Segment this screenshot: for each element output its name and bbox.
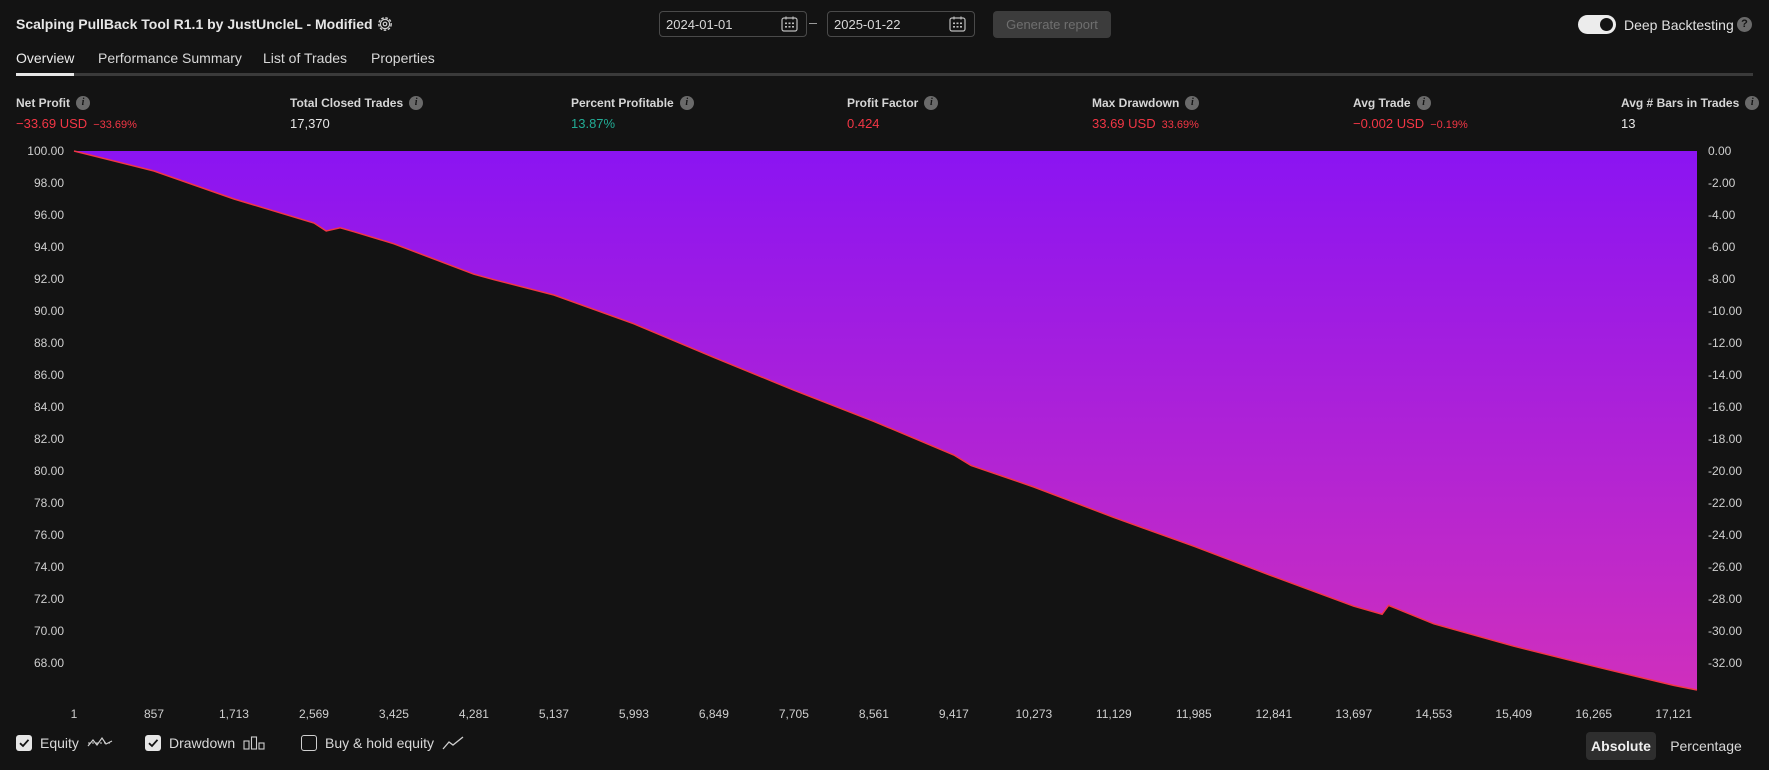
trade-tick-label: 14,553 — [1415, 707, 1453, 721]
absolute-view-button[interactable]: Absolute — [1586, 732, 1656, 760]
drawdown-tick-label: -28.00 — [1708, 591, 1743, 606]
trade-tick-label: 1,713 — [218, 707, 249, 721]
legend-buy-hold-label: Buy & hold equity — [325, 735, 434, 751]
drawdown-tick-label: -22.00 — [1708, 495, 1743, 510]
trade-tick-label: 11,985 — [1175, 707, 1212, 721]
equity-tick-label: 70.00 — [33, 623, 64, 638]
percentage-view-button[interactable]: Percentage — [1664, 732, 1748, 760]
drawdown-tick-label: -4.00 — [1708, 207, 1736, 222]
equity-tick-label: 96.00 — [33, 207, 64, 222]
legend-equity-label: Equity — [40, 735, 79, 751]
trade-tick-label: 4,281 — [458, 707, 489, 721]
trade-tick-label: 8,561 — [858, 707, 889, 721]
trade-tick-label: 13,697 — [1335, 707, 1373, 721]
equity-tick-label: 76.00 — [33, 527, 64, 542]
equity-tick-label: 80.00 — [33, 463, 64, 478]
drawdown-tick-label: -8.00 — [1708, 271, 1736, 286]
legend-equity[interactable]: Equity — [16, 735, 113, 751]
trade-tick-label: 16,265 — [1575, 707, 1613, 721]
drawdown-tick-label: -26.00 — [1708, 559, 1743, 574]
legend-drawdown-label: Drawdown — [169, 735, 236, 751]
drawdown-bars-icon — [243, 736, 265, 750]
drawdown-area — [74, 151, 1697, 690]
equity-tick-label: 88.00 — [33, 335, 64, 350]
equity-tick-label: 78.00 — [33, 495, 64, 510]
drawdown-tick-label: -10.00 — [1708, 303, 1743, 318]
trade-tick-label: 10,273 — [1015, 707, 1053, 721]
trade-tick-label: 1 — [70, 707, 78, 721]
drawdown-tick-label: -6.00 — [1708, 239, 1736, 254]
legend-drawdown[interactable]: Drawdown — [145, 735, 265, 751]
buy-hold-checkbox[interactable] — [301, 735, 317, 751]
equity-tick-label: 100.00 — [27, 144, 64, 158]
trade-tick-label: 3,425 — [378, 707, 409, 721]
equity-tick-label: 72.00 — [33, 591, 64, 606]
equity-line-icon — [87, 736, 113, 747]
equity-tick-label: 90.00 — [33, 303, 64, 318]
equity-tick-label: 84.00 — [33, 399, 64, 414]
trade-tick-label: 9,417 — [938, 707, 969, 721]
trade-tick-label: 17,121 — [1655, 707, 1693, 721]
buy-hold-line-icon — [442, 736, 464, 750]
trade-tick-label: 6,849 — [698, 707, 729, 721]
drawdown-tick-label: -18.00 — [1708, 431, 1743, 446]
drawdown-tick-label: -16.00 — [1708, 399, 1743, 414]
trade-tick-label: 15,409 — [1495, 707, 1533, 721]
equity-tick-label: 92.00 — [33, 271, 64, 286]
drawdown-tick-label: -14.00 — [1708, 367, 1743, 382]
trade-tick-label: 857 — [143, 707, 164, 721]
trade-tick-label: 7,705 — [778, 707, 809, 721]
drawdown-checkbox[interactable] — [145, 735, 161, 751]
trade-tick-label: 12,841 — [1255, 707, 1293, 721]
equity-tick-label: 82.00 — [33, 431, 64, 446]
equity-tick-label: 68.00 — [33, 655, 64, 670]
drawdown-tick-label: -20.00 — [1708, 463, 1743, 478]
trade-tick-label: 2,569 — [298, 707, 329, 721]
equity-tick-label: 98.00 — [33, 175, 64, 190]
equity-drawdown-chart[interactable] — [0, 0, 1769, 770]
drawdown-tick-label: -2.00 — [1708, 175, 1736, 190]
drawdown-tick-label: 0.00 — [1708, 144, 1732, 158]
equity-checkbox[interactable] — [16, 735, 32, 751]
equity-tick-label: 86.00 — [33, 367, 64, 382]
equity-tick-label: 74.00 — [33, 559, 64, 574]
drawdown-tick-label: -30.00 — [1708, 623, 1743, 638]
trade-tick-label: 5,993 — [618, 707, 649, 721]
trade-tick-label: 11,129 — [1095, 707, 1132, 721]
drawdown-tick-label: -24.00 — [1708, 527, 1743, 542]
drawdown-tick-label: -12.00 — [1708, 335, 1743, 350]
drawdown-tick-label: -32.00 — [1708, 655, 1743, 670]
equity-tick-label: 94.00 — [33, 239, 64, 254]
trade-tick-label: 5,137 — [538, 707, 569, 721]
legend-buy-hold-equity[interactable]: Buy & hold equity — [301, 735, 464, 751]
